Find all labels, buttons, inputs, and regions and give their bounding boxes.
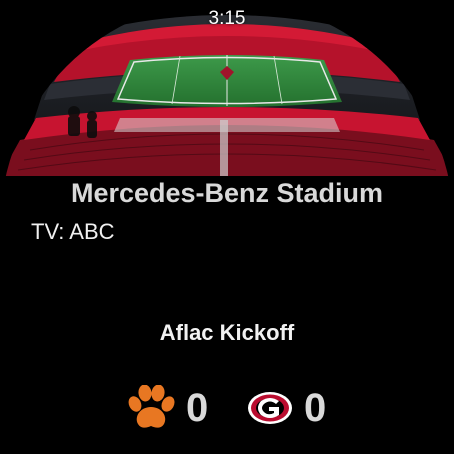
broadcast-network: TV: ABC: [31, 219, 115, 244]
home-team: 0: [126, 378, 208, 438]
watch-face: 3:15 Mercedes-Benz Stadium TV: ABC Aflac…: [0, 0, 454, 454]
away-team: 0: [246, 378, 326, 438]
home-score: 0: [186, 386, 209, 430]
status-time: 3:15: [208, 8, 246, 29]
g-logo-icon: [246, 390, 294, 426]
venue-name: Mercedes-Benz Stadium: [70, 178, 384, 208]
away-score: 0: [304, 386, 327, 430]
tiger-paw-icon: [126, 385, 176, 431]
event-title: Aflac Kickoff: [159, 320, 295, 345]
